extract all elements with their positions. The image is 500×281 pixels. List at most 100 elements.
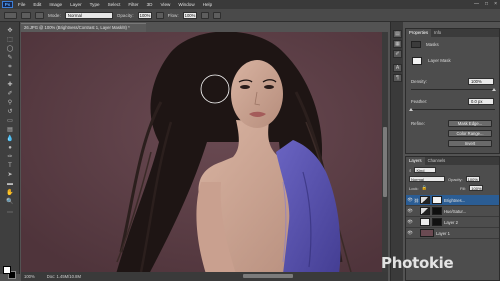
options-bar: Mode: Normal Opacity: 100% Flow: 100% bbox=[0, 9, 500, 22]
healing-tool-icon[interactable]: ✚ bbox=[5, 82, 15, 89]
masks-heading: Masks bbox=[426, 42, 439, 47]
tab-layers[interactable]: Layers bbox=[406, 157, 425, 165]
move-tool-icon[interactable]: ✥ bbox=[5, 28, 15, 35]
gradient-tool-icon[interactable]: ▤ bbox=[5, 127, 15, 134]
menu-edit[interactable]: Edit bbox=[33, 2, 41, 7]
brush-tool-icon[interactable]: ✐ bbox=[5, 91, 15, 98]
tab-properties[interactable]: Properties bbox=[406, 29, 432, 37]
layer-row-layer-1[interactable]: 👁 Layer 1 bbox=[406, 228, 499, 239]
zoom-level[interactable]: 100% bbox=[24, 274, 35, 279]
menu-help[interactable]: Help bbox=[203, 2, 212, 7]
layer-opacity-label: Opacity: bbox=[448, 176, 463, 182]
panel-dock: ▤ ▦ ✐ A ¶ bbox=[390, 22, 403, 281]
mask-thumbnail[interactable] bbox=[432, 218, 442, 226]
menu-filter[interactable]: Filter bbox=[128, 2, 138, 7]
tool-preset-picker[interactable] bbox=[4, 11, 17, 19]
menu-layer[interactable]: Layer bbox=[70, 2, 82, 7]
density-field[interactable]: 100% bbox=[468, 78, 494, 85]
type-tool-icon[interactable]: T bbox=[5, 163, 15, 170]
tab-info[interactable]: Info bbox=[431, 29, 444, 37]
menu-image[interactable]: Image bbox=[49, 2, 62, 7]
feather-slider[interactable] bbox=[411, 109, 495, 110]
horizontal-scroll-thumb[interactable] bbox=[243, 274, 293, 278]
density-slider-knob[interactable] bbox=[492, 88, 496, 91]
menu-window[interactable]: Window bbox=[178, 2, 194, 7]
clone-stamp-tool-icon[interactable]: ⚲ bbox=[5, 100, 15, 107]
history-brush-tool-icon[interactable]: ↺ bbox=[5, 109, 15, 116]
opacity-label: Opacity: bbox=[116, 12, 134, 18]
visibility-eye-icon[interactable]: 👁 bbox=[406, 230, 414, 236]
edit-toolbar-icon[interactable]: ⋯ bbox=[5, 210, 15, 217]
layer-mask-thumbnail[interactable] bbox=[412, 57, 422, 65]
brush-panel-icon[interactable]: ✐ bbox=[393, 50, 402, 58]
zoom-tool-icon[interactable]: 🔍 bbox=[5, 199, 15, 206]
blend-mode-select[interactable]: Normal bbox=[409, 176, 445, 182]
marquee-tool-icon[interactable]: ⬚ bbox=[5, 37, 15, 44]
opacity-field[interactable]: 100% bbox=[137, 11, 152, 19]
menu-view[interactable]: View bbox=[160, 2, 170, 7]
brush-panel-toggle[interactable] bbox=[35, 11, 44, 19]
pen-tool-icon[interactable]: ✑ bbox=[5, 154, 15, 161]
layer-name[interactable]: Layer 2 bbox=[444, 220, 458, 225]
flow-field[interactable]: 100% bbox=[182, 11, 197, 19]
lock-row: Lock: 🔒 Fill: 100% bbox=[409, 185, 484, 191]
quick-select-tool-icon[interactable]: ✎ bbox=[5, 55, 15, 62]
document-tab[interactable]: 26.JPG @ 100% (Brightness/Contrast 1, La… bbox=[21, 23, 146, 32]
layer-row-hue-saturation[interactable]: 👁 Hue/Satur... bbox=[406, 206, 499, 217]
crop-tool-icon[interactable]: ⌗ bbox=[5, 64, 15, 71]
character-panel-icon[interactable]: A bbox=[393, 64, 402, 72]
layer-name[interactable]: Layer 1 bbox=[436, 231, 450, 236]
vertical-scroll-thumb[interactable] bbox=[383, 127, 387, 197]
visibility-eye-icon[interactable]: 👁 bbox=[406, 219, 414, 225]
menu-bar: Ps File Edit Image Layer Type Select Fil… bbox=[0, 0, 500, 9]
visibility-eye-icon[interactable]: 👁 bbox=[406, 197, 414, 203]
mask-thumbnail[interactable] bbox=[432, 207, 442, 215]
airbrush-toggle[interactable] bbox=[200, 11, 209, 19]
layer-name[interactable]: Hue/Satur... bbox=[444, 209, 466, 214]
pressure-opacity-toggle[interactable] bbox=[155, 11, 164, 19]
invert-button[interactable]: Invert bbox=[448, 140, 492, 147]
maximize-button[interactable]: □ bbox=[485, 1, 488, 7]
menu-file[interactable]: File bbox=[18, 2, 25, 7]
feather-field[interactable]: 0.0 px bbox=[468, 98, 494, 105]
lock-icon[interactable]: 🔒 bbox=[422, 185, 427, 191]
feather-slider-knob[interactable] bbox=[409, 108, 413, 111]
density-label: Density: bbox=[411, 79, 427, 84]
fill-field[interactable]: 100% bbox=[469, 185, 484, 191]
vertical-scrollbar[interactable] bbox=[382, 32, 388, 274]
swatches-panel-icon[interactable]: ▦ bbox=[393, 40, 402, 48]
menu-3d[interactable]: 3D bbox=[147, 2, 153, 7]
paragraph-panel-icon[interactable]: ¶ bbox=[393, 74, 402, 82]
pressure-size-toggle[interactable] bbox=[212, 11, 221, 19]
path-select-tool-icon[interactable]: ➤ bbox=[5, 172, 15, 179]
close-button[interactable]: × bbox=[494, 1, 497, 7]
color-range-button[interactable]: Color Range... bbox=[448, 130, 492, 137]
brush-size-picker[interactable] bbox=[21, 11, 31, 19]
menu-select[interactable]: Select bbox=[108, 2, 121, 7]
document-canvas[interactable] bbox=[21, 32, 382, 274]
history-panel-icon[interactable]: ▤ bbox=[393, 30, 402, 38]
layer-opacity-field[interactable]: 100% bbox=[465, 176, 480, 182]
lasso-tool-icon[interactable]: ◯ bbox=[5, 46, 15, 53]
tab-channels[interactable]: Channels bbox=[425, 157, 449, 165]
dodge-tool-icon[interactable]: ● bbox=[5, 145, 15, 152]
document-size: Doc: 1.45M/10.8M bbox=[46, 274, 81, 279]
layer-name[interactable]: Brightnes... bbox=[444, 198, 465, 203]
mask-thumbnail[interactable] bbox=[432, 196, 442, 204]
mask-edge-button[interactable]: Mask Edge... bbox=[448, 120, 492, 127]
layer-row-brightness[interactable]: 👁 ⛓ Brightnes... bbox=[406, 195, 499, 206]
visibility-eye-icon[interactable]: 👁 bbox=[406, 208, 414, 214]
kind-filter-select[interactable]: Kind bbox=[414, 167, 437, 173]
foreground-color-swatch[interactable] bbox=[3, 266, 11, 274]
shape-tool-icon[interactable]: ▬ bbox=[5, 181, 15, 188]
mode-select[interactable]: Normal bbox=[64, 11, 113, 19]
layer-row-layer-2[interactable]: 👁 Layer 2 bbox=[406, 217, 499, 228]
minimize-button[interactable]: — bbox=[474, 1, 479, 7]
hand-tool-icon[interactable]: ✋ bbox=[5, 190, 15, 197]
blur-tool-icon[interactable]: 💧 bbox=[5, 136, 15, 143]
eyedropper-tool-icon[interactable]: ✒ bbox=[5, 73, 15, 80]
density-slider[interactable] bbox=[411, 89, 495, 90]
flow-label: Flow: bbox=[167, 12, 179, 18]
menu-type[interactable]: Type bbox=[90, 2, 100, 7]
eraser-tool-icon[interactable]: ▭ bbox=[5, 118, 15, 125]
